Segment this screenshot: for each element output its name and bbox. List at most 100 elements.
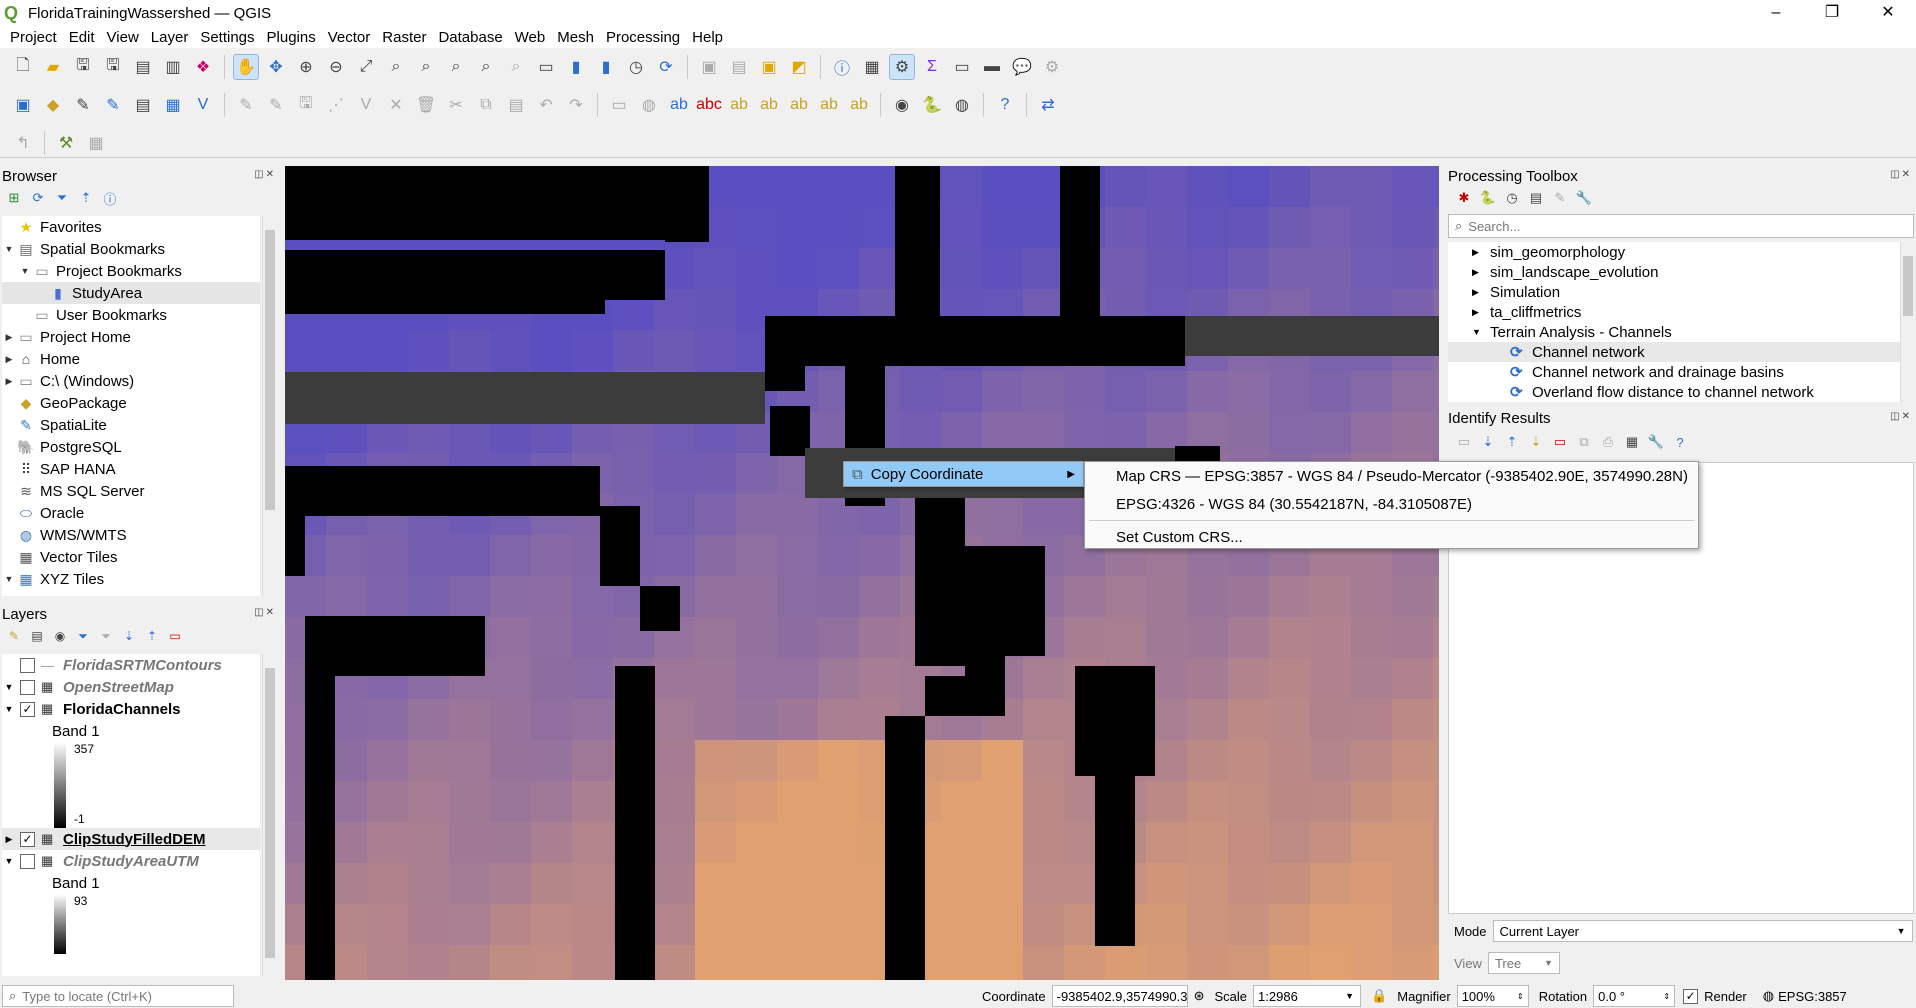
menu-processing[interactable]: Processing — [600, 29, 686, 46]
expand-all-icon[interactable]: ⇣ — [119, 626, 139, 646]
options-icon[interactable]: 🔧 — [1574, 188, 1594, 208]
copy-features-icon[interactable]: ⧉ — [473, 92, 499, 118]
expand-arrow-icon[interactable]: ▶ — [2, 376, 16, 387]
browser-item[interactable]: ▶ ▭ C:\ (Windows) — [2, 370, 260, 392]
menu-web[interactable]: Web — [509, 29, 552, 46]
mode-select[interactable]: Current Layer ▼ — [1492, 920, 1913, 942]
provider-group[interactable]: ▼ Terrain Analysis - Channels — [1448, 322, 1914, 342]
expand-arrow-icon[interactable]: ▶ — [1472, 307, 1490, 318]
browser-item[interactable]: ≋ MS SQL Server — [2, 480, 260, 502]
change-label-icon[interactable]: ab — [846, 92, 872, 118]
crs-label[interactable]: EPSG:3857 — [1778, 989, 1847, 1004]
current-edits-icon[interactable]: ✎ — [233, 92, 259, 118]
expand-new-results-icon[interactable]: ⇣ — [1526, 432, 1546, 452]
label-toolbar-icon[interactable]: ▭ — [606, 92, 632, 118]
processing-scrollbar[interactable] — [1900, 242, 1914, 402]
in-place-edit-icon[interactable]: ✎ — [1550, 188, 1570, 208]
algorithm-item[interactable]: ⟳ Overland flow distance to channel netwo… — [1448, 382, 1914, 402]
vertex-tool-icon[interactable]: V — [353, 92, 379, 118]
redo-icon[interactable]: ↷ — [563, 92, 589, 118]
menu-project[interactable]: Project — [4, 29, 63, 46]
select-features-icon[interactable]: ▣ — [696, 54, 722, 80]
zoom-out-icon[interactable]: ⊖ — [323, 54, 349, 80]
layers-scrollbar[interactable] — [262, 654, 276, 976]
filter-legend-icon[interactable]: ⏷ — [73, 626, 93, 646]
new-geopackage-icon[interactable]: ◆ — [40, 92, 66, 118]
scripts-icon[interactable]: 🐍 — [1478, 188, 1498, 208]
zoom-full-icon[interactable]: ⤢ — [353, 54, 379, 80]
new-bookmark-icon[interactable]: ▮ — [563, 54, 589, 80]
browser-item[interactable]: ▭ User Bookmarks — [2, 304, 260, 326]
new-project-icon[interactable]: 🗋 — [10, 54, 36, 80]
zoom-to-layer-icon[interactable]: ⌕ — [413, 54, 439, 80]
refresh-browser-icon[interactable]: ⟳ — [28, 188, 48, 208]
temporal-controller-icon[interactable]: ◷ — [623, 54, 649, 80]
globe-icon[interactable]: ◍ — [1763, 988, 1774, 1004]
grass-icon[interactable]: ◉ — [889, 92, 915, 118]
browser-item[interactable]: ▼ ▤ Spatial Bookmarks — [2, 238, 260, 260]
panel-float-close-icon[interactable]: ◫✕ — [254, 169, 276, 180]
style-icon[interactable]: ✎ — [4, 626, 24, 646]
panel-float-close-icon[interactable]: ◫✕ — [1890, 169, 1912, 180]
rotate-label-icon[interactable]: ab — [816, 92, 842, 118]
view-select[interactable]: Tree ▼ — [1487, 952, 1560, 974]
show-bookmarks-icon[interactable]: ▮ — [593, 54, 619, 80]
tracing-icon[interactable]: ⚒ — [53, 130, 79, 156]
copy-coordinate-menu-item[interactable]: ⧉ Copy Coordinate ▶ — [844, 462, 1083, 486]
pan-to-selection-icon[interactable]: ✥ — [263, 54, 289, 80]
layer-item[interactable]: ▶ ✓ ▦ ClipStudyFilledDEM — [2, 828, 260, 850]
zoom-in-icon[interactable]: ⊕ — [293, 54, 319, 80]
map-tips-icon[interactable]: 💬 — [1009, 54, 1035, 80]
statistical-summary-icon[interactable]: Σ — [919, 54, 945, 80]
expand-arrow-icon[interactable]: ▼ — [2, 682, 16, 692]
browser-item[interactable]: ◆ GeoPackage — [2, 392, 260, 414]
provider-group[interactable]: ▶ sim_landscape_evolution — [1448, 262, 1914, 282]
coordinate-field[interactable]: -9385402.9,3574990.3 — [1051, 985, 1188, 1007]
expand-tree-icon[interactable]: ▭ — [1454, 432, 1474, 452]
pin-labels-icon[interactable]: ab — [726, 92, 752, 118]
new-virtual-layer-icon[interactable]: ▦ — [160, 92, 186, 118]
measure-icon[interactable]: ▭ — [949, 54, 975, 80]
browser-item[interactable]: ▮ StudyArea — [2, 282, 260, 304]
collapse-all-results-icon[interactable]: ⇡ — [1502, 432, 1522, 452]
identify-settings-icon[interactable]: 🔧 — [1646, 432, 1666, 452]
identify-features-icon[interactable]: ⓘ — [829, 54, 855, 80]
layer-item[interactable]: ▼ ▦ OpenStreetMap — [2, 676, 260, 698]
models-icon[interactable]: ✱ — [1454, 188, 1474, 208]
text-annotation-icon[interactable]: ⚙ — [1039, 54, 1065, 80]
filter-icon[interactable]: ⏷ — [52, 188, 72, 208]
close-button[interactable]: ✕ — [1860, 0, 1916, 26]
menu-settings[interactable]: Settings — [194, 29, 260, 46]
history-icon[interactable]: ◷ — [1502, 188, 1522, 208]
extents-toggle-icon[interactable]: ⊛ — [1194, 988, 1205, 1004]
expand-arrow-icon[interactable]: ▶ — [1472, 267, 1490, 278]
cut-features-icon[interactable]: ✂ — [443, 92, 469, 118]
browser-item[interactable]: ⬭ Oracle — [2, 502, 260, 524]
modify-attributes-icon[interactable]: ✕ — [383, 92, 409, 118]
deselect-icon[interactable]: ▣ — [756, 54, 782, 80]
lock-scale-icon[interactable]: 🔒 — [1371, 988, 1387, 1004]
snapping-icon[interactable]: ↰ — [10, 130, 36, 156]
expand-arrow-icon[interactable]: ▶ — [1472, 287, 1490, 298]
expand-arrow-icon[interactable]: ▼ — [2, 856, 16, 866]
properties-icon[interactable]: ⓘ — [100, 188, 120, 208]
browser-item[interactable]: ✎ SpatiaLite — [2, 414, 260, 436]
measure-line-icon[interactable]: ▬ — [979, 54, 1005, 80]
undo-icon[interactable]: ↶ — [533, 92, 559, 118]
layer-item[interactable]: — FloridaSRTMContours — [2, 654, 260, 676]
remove-layer-icon[interactable]: ▭ — [165, 626, 185, 646]
expand-arrow-icon[interactable]: ▶ — [2, 834, 16, 845]
copy-map-crs-item[interactable]: Map CRS — EPSG:3857 - WGS 84 / Pseudo-Me… — [1085, 462, 1698, 490]
expand-all-results-icon[interactable]: ⇣ — [1478, 432, 1498, 452]
data-source-manager-icon[interactable]: ▣ — [10, 92, 36, 118]
set-custom-crs-item[interactable]: Set Custom CRS... — [1085, 523, 1698, 551]
add-feature-icon[interactable]: ⋰ — [323, 92, 349, 118]
copy-feature-icon[interactable]: ⧉ — [1574, 432, 1594, 452]
new-shapefile-icon[interactable]: ✎ — [100, 92, 126, 118]
zoom-native-icon[interactable]: ⌕ — [443, 54, 469, 80]
panel-float-close-icon[interactable]: ◫✕ — [254, 607, 276, 618]
layer-visibility-checkbox[interactable] — [20, 853, 35, 869]
browser-item[interactable]: ▼ ▦ XYZ Tiles — [2, 568, 260, 590]
style-manager-icon[interactable]: ❖ — [190, 54, 216, 80]
browser-item[interactable]: ▶ ▭ Project Home — [2, 326, 260, 348]
